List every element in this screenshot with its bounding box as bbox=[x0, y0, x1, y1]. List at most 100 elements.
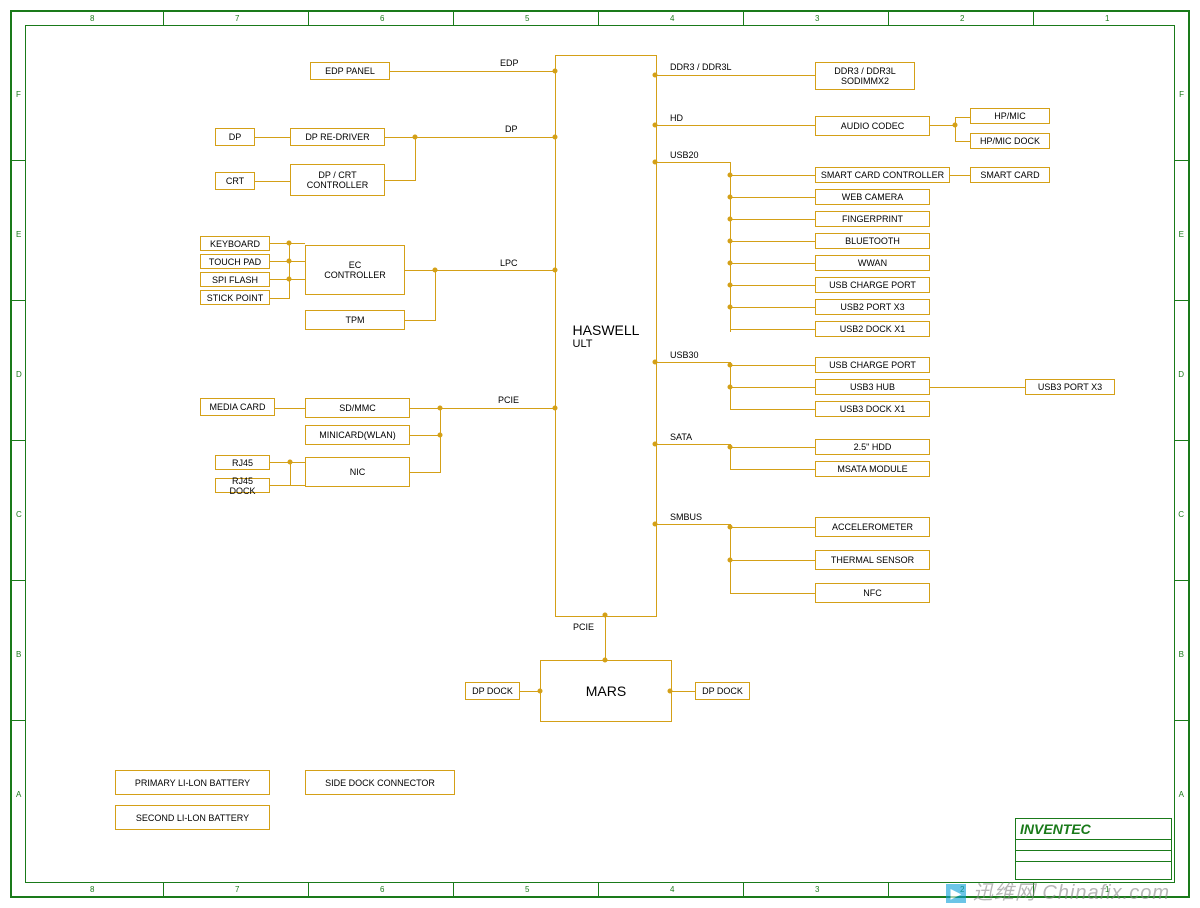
ruler-l-A: A bbox=[16, 790, 21, 799]
wire bbox=[270, 298, 290, 299]
rj45-dock: RJ45 DOCK bbox=[215, 478, 270, 493]
wire bbox=[440, 408, 441, 473]
dot bbox=[668, 689, 673, 694]
label-pcie2: PCIE bbox=[573, 622, 594, 632]
ruler-top-3: 3 bbox=[815, 14, 819, 23]
side-dock-connector: SIDE DOCK CONNECTOR bbox=[305, 770, 455, 795]
usb-charge-port-1: USB CHARGE PORT bbox=[815, 277, 930, 293]
accelerometer: ACCELEROMETER bbox=[815, 517, 930, 537]
dot bbox=[728, 305, 733, 310]
wire bbox=[730, 447, 815, 448]
dot bbox=[653, 73, 658, 78]
audio-codec: AUDIO CODEC bbox=[815, 116, 930, 136]
ruler-l-E: E bbox=[16, 230, 21, 239]
tick-top bbox=[598, 12, 599, 25]
label-sata: SATA bbox=[670, 432, 692, 442]
wire bbox=[655, 524, 730, 525]
wire bbox=[730, 263, 815, 264]
edp-panel: EDP PANEL bbox=[310, 62, 390, 80]
dot bbox=[953, 123, 958, 128]
tick-r bbox=[1175, 720, 1188, 721]
dot bbox=[287, 277, 292, 282]
cpu-block: HASWELL ULT bbox=[555, 55, 657, 617]
dot bbox=[653, 442, 658, 447]
dot bbox=[553, 135, 558, 140]
usb-charge-port-2: USB CHARGE PORT bbox=[815, 357, 930, 373]
dot bbox=[728, 525, 733, 530]
dot bbox=[728, 283, 733, 288]
wire bbox=[955, 117, 956, 142]
cpu-title: HASWELL bbox=[573, 322, 640, 338]
label-dp: DP bbox=[505, 124, 518, 134]
label-edp: EDP bbox=[500, 58, 519, 68]
ec-controller: EC CONTROLLER bbox=[305, 245, 405, 295]
ruler-r-A: A bbox=[1179, 790, 1184, 799]
tick-top bbox=[163, 12, 164, 25]
dot bbox=[728, 558, 733, 563]
wwan: WWAN bbox=[815, 255, 930, 271]
usb2-dock-x1: USB2 DOCK X1 bbox=[815, 321, 930, 337]
ruler-bot-6: 6 bbox=[380, 885, 384, 894]
label-usb20: USB20 bbox=[670, 150, 699, 160]
ruler-r-E: E bbox=[1179, 230, 1184, 239]
tick-top bbox=[888, 12, 889, 25]
label-hd: HD bbox=[670, 113, 683, 123]
ruler-top-4: 4 bbox=[670, 14, 674, 23]
wire bbox=[385, 180, 416, 181]
ruler-top-6: 6 bbox=[380, 14, 384, 23]
ruler-top-8: 8 bbox=[90, 14, 94, 23]
label-lpc: LPC bbox=[500, 258, 518, 268]
tick-bot bbox=[743, 883, 744, 896]
tick-r bbox=[1175, 160, 1188, 161]
tick-l bbox=[12, 300, 25, 301]
dot bbox=[653, 522, 658, 527]
dot bbox=[728, 445, 733, 450]
wire bbox=[410, 435, 440, 436]
ruler-bot-8: 8 bbox=[90, 885, 94, 894]
wire bbox=[655, 162, 730, 163]
tick-r bbox=[1175, 300, 1188, 301]
dot bbox=[653, 123, 658, 128]
dot bbox=[728, 217, 733, 222]
dot bbox=[728, 261, 733, 266]
ruler-bot-3: 3 bbox=[815, 885, 819, 894]
label-pcie: PCIE bbox=[498, 395, 519, 405]
hdd: 2.5" HDD bbox=[815, 439, 930, 455]
wire bbox=[930, 125, 955, 126]
tick-l bbox=[12, 580, 25, 581]
cpu-sub: ULT bbox=[573, 338, 640, 350]
keyboard: KEYBOARD bbox=[200, 236, 270, 251]
web-camera: WEB CAMERA bbox=[815, 189, 930, 205]
wire bbox=[730, 527, 815, 528]
smart-card: SMART CARD bbox=[970, 167, 1050, 183]
wire bbox=[730, 197, 815, 198]
ruler-top-2: 2 bbox=[960, 14, 964, 23]
wire bbox=[405, 320, 435, 321]
sdmmc: SD/MMC bbox=[305, 398, 410, 418]
wire bbox=[410, 472, 440, 473]
title-row bbox=[1016, 862, 1171, 872]
ruler-top-5: 5 bbox=[525, 14, 529, 23]
tick-top bbox=[308, 12, 309, 25]
usb3-hub: USB3 HUB bbox=[815, 379, 930, 395]
bluetooth: BLUETOOTH bbox=[815, 233, 930, 249]
tick-top bbox=[743, 12, 744, 25]
wire bbox=[955, 141, 970, 142]
wire bbox=[950, 175, 970, 176]
ruler-bot-7: 7 bbox=[235, 885, 239, 894]
tick-top bbox=[453, 12, 454, 25]
dot bbox=[603, 613, 608, 618]
wire bbox=[255, 137, 290, 138]
label-smbus: SMBUS bbox=[670, 512, 702, 522]
ruler-top-1: 1 bbox=[1105, 14, 1109, 23]
dot bbox=[438, 433, 443, 438]
tick-l bbox=[12, 160, 25, 161]
dp-crt-controller: DP / CRT CONTROLLER bbox=[290, 164, 385, 196]
dot bbox=[553, 69, 558, 74]
wire bbox=[255, 181, 290, 182]
hp-mic-dock: HP/MIC DOCK bbox=[970, 133, 1050, 149]
wire bbox=[435, 270, 436, 321]
tick-bot bbox=[598, 883, 599, 896]
tick-bot bbox=[308, 883, 309, 896]
wire bbox=[930, 387, 1025, 388]
